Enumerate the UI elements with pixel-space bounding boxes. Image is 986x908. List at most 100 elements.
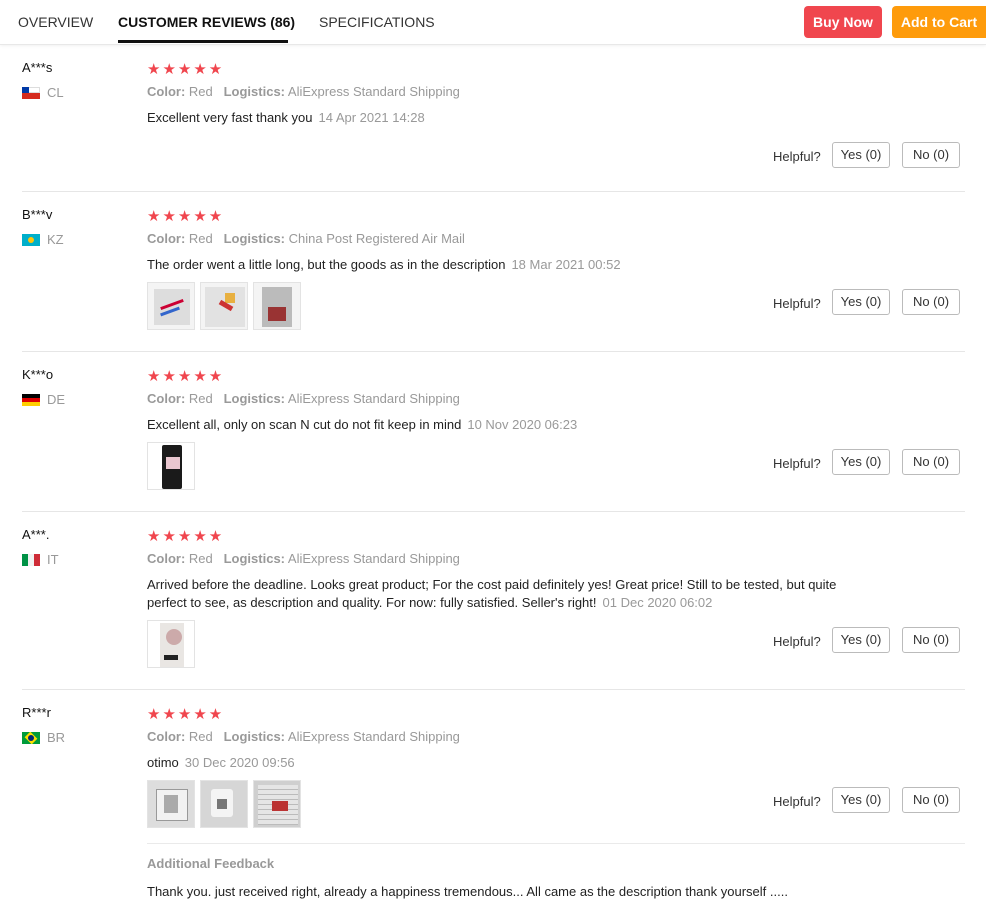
review-photo[interactable]: [147, 780, 195, 828]
review-text: otimo 30 Dec 2020 09:56: [147, 754, 847, 772]
divider: [22, 191, 965, 192]
color-label: Color:: [147, 729, 186, 744]
star-rating: ★★★★★: [147, 368, 225, 385]
reviewer-country: DE: [22, 392, 65, 407]
helpful-yes-button[interactable]: Yes (0): [832, 289, 890, 315]
reviewer-country: IT: [22, 552, 59, 567]
reviewer-country: CL: [22, 85, 64, 100]
logistics-label: Logistics:: [223, 551, 286, 566]
review-photo[interactable]: [147, 282, 195, 330]
tab-overview[interactable]: OVERVIEW: [18, 14, 93, 30]
review-item: B***v KZ ★★★★★ Color: Red Logistics: Chi…: [0, 207, 966, 352]
logistics-label: Logistics:: [223, 231, 286, 246]
country-code: DE: [47, 392, 66, 407]
review-photo[interactable]: [200, 282, 248, 330]
reviewer-name: K***o: [22, 367, 54, 382]
flag-de-icon: [22, 393, 40, 406]
review-photo[interactable]: [200, 780, 248, 828]
review-photos: [147, 780, 301, 828]
logistics-label: Logistics:: [223, 84, 286, 99]
review-date: 01 Dec 2020 06:02: [602, 595, 713, 610]
reviewer-country: BR: [22, 730, 65, 745]
review-date: 30 Dec 2020 09:56: [184, 755, 295, 770]
helpful-no-button[interactable]: No (0): [902, 449, 960, 475]
flag-kz-icon: [22, 233, 40, 246]
helpful-yes-button[interactable]: Yes (0): [832, 142, 890, 168]
buy-now-button[interactable]: Buy Now: [804, 6, 882, 38]
divider: [22, 351, 965, 352]
helpful-no-button[interactable]: No (0): [902, 142, 960, 168]
review-item: A***s CL ★★★★★ Color: Red Logistics: Ali…: [0, 60, 966, 192]
helpful-label: Helpful?: [773, 149, 821, 164]
helpful-yes-button[interactable]: Yes (0): [832, 449, 890, 475]
additional-feedback-text: Thank you. just received right, already …: [147, 884, 788, 899]
review-body: Arrived before the deadline. Looks great…: [147, 577, 837, 610]
review-text: The order went a little long, but the go…: [147, 256, 847, 274]
review-meta: Color: Red Logistics: AliExpress Standar…: [147, 84, 460, 99]
helpful-label: Helpful?: [773, 456, 821, 471]
review-photos: [147, 282, 301, 330]
add-to-cart-button[interactable]: Add to Cart: [892, 6, 986, 38]
color-value: Red: [188, 231, 213, 246]
review-photo[interactable]: [253, 282, 301, 330]
review-item: A***. IT ★★★★★ Color: Red Logistics: Ali…: [0, 527, 966, 690]
country-code: KZ: [47, 232, 64, 247]
review-text: Excellent all, only on scan N cut do not…: [147, 416, 847, 434]
country-code: BR: [47, 730, 66, 745]
logistics-value: AliExpress Standard Shipping: [287, 551, 460, 566]
review-photo[interactable]: [253, 780, 301, 828]
color-label: Color:: [147, 84, 186, 99]
tab-customer-reviews[interactable]: CUSTOMER REVIEWS (86): [118, 14, 295, 30]
tab-specifications[interactable]: SPECIFICATIONS: [319, 14, 435, 30]
review-item: K***o DE ★★★★★ Color: Red Logistics: Ali…: [0, 367, 966, 512]
divider: [22, 689, 965, 690]
helpful-yes-button[interactable]: Yes (0): [832, 627, 890, 653]
helpful-yes-button[interactable]: Yes (0): [832, 787, 890, 813]
logistics-label: Logistics:: [223, 391, 286, 406]
flag-br-icon: [22, 731, 40, 744]
review-item: R***r BR ★★★★★ Color: Red Logistics: Ali…: [0, 705, 966, 908]
review-text: Arrived before the deadline. Looks great…: [147, 576, 847, 612]
color-label: Color:: [147, 231, 186, 246]
active-tab-indicator: [118, 40, 288, 43]
logistics-value: China Post Registered Air Mail: [288, 231, 465, 246]
color-label: Color:: [147, 391, 186, 406]
review-date: 18 Mar 2021 00:52: [511, 257, 621, 272]
logistics-value: AliExpress Standard Shipping: [287, 391, 460, 406]
helpful-no-button[interactable]: No (0): [902, 627, 960, 653]
review-body: otimo: [147, 755, 179, 770]
helpful-label: Helpful?: [773, 634, 821, 649]
helpful-no-button[interactable]: No (0): [902, 289, 960, 315]
reviewer-country: KZ: [22, 232, 64, 247]
review-photo[interactable]: [147, 442, 195, 490]
logistics-label: Logistics:: [223, 729, 286, 744]
reviewer-name: B***v: [22, 207, 53, 222]
helpful-label: Helpful?: [773, 296, 821, 311]
helpful-no-button[interactable]: No (0): [902, 787, 960, 813]
review-photo[interactable]: [147, 620, 195, 668]
flag-cl-icon: [22, 86, 40, 99]
review-body: The order went a little long, but the go…: [147, 257, 506, 272]
star-rating: ★★★★★: [147, 528, 225, 545]
review-date: 10 Nov 2020 06:23: [467, 417, 578, 432]
reviewer-name: A***.: [22, 527, 50, 542]
logistics-value: AliExpress Standard Shipping: [287, 84, 460, 99]
review-meta: Color: Red Logistics: AliExpress Standar…: [147, 391, 460, 406]
color-value: Red: [188, 84, 213, 99]
review-date: 14 Apr 2021 14:28: [318, 110, 425, 125]
star-rating: ★★★★★: [147, 208, 225, 225]
color-value: Red: [188, 729, 213, 744]
country-code: CL: [47, 85, 64, 100]
review-body: Excellent very fast thank you: [147, 110, 313, 125]
divider: [147, 843, 965, 844]
star-rating: ★★★★★: [147, 61, 225, 78]
review-meta: Color: Red Logistics: AliExpress Standar…: [147, 729, 460, 744]
reviewer-name: R***r: [22, 705, 51, 720]
color-value: Red: [188, 551, 213, 566]
helpful-label: Helpful?: [773, 794, 821, 809]
review-meta: Color: Red Logistics: China Post Registe…: [147, 231, 465, 246]
review-text: Excellent very fast thank you 14 Apr 2021…: [147, 109, 847, 127]
review-photos: [147, 442, 195, 490]
review-meta: Color: Red Logistics: AliExpress Standar…: [147, 551, 460, 566]
additional-feedback-title: Additional Feedback: [147, 856, 275, 871]
